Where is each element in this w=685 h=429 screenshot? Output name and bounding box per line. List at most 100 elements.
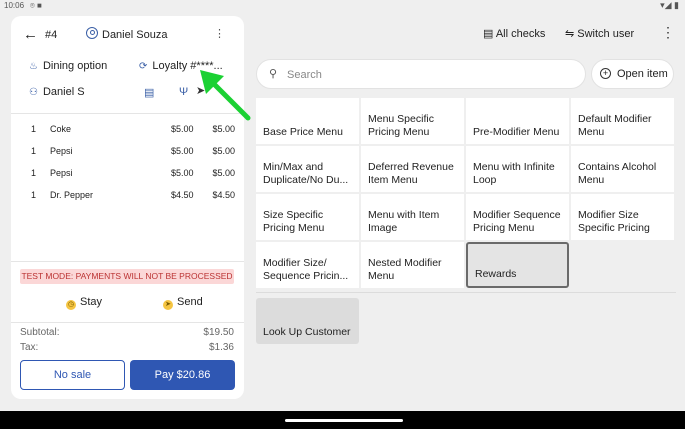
item-qty: 1 [31, 146, 37, 156]
dining-option-label: Dining option [42, 60, 108, 72]
tax-value: $1.36 [208, 342, 234, 353]
system-nav-bar [0, 411, 685, 429]
send-button[interactable]: ➤ Send [163, 296, 203, 316]
menu-tile-label: Contains Alcohol Menu [578, 161, 657, 186]
pay-button[interactable]: Pay $20.86 [130, 360, 235, 390]
receipt-icon[interactable]: ▤ [144, 86, 154, 99]
menu-tile-label: Modifier Size/ Sequence Pricin... [263, 257, 349, 282]
menu-tile-label: Base Price Menu [263, 125, 343, 138]
order-header: ← #4 Daniel Souza ⋮ [11, 16, 244, 56]
customer-icon [86, 27, 98, 39]
menu-tile[interactable]: Menu with Infinite Loop [466, 146, 569, 192]
item-price: $5.00 [171, 168, 194, 178]
search-bar[interactable]: ⚲ [256, 59, 586, 89]
split-icon[interactable]: Ψ [179, 86, 188, 98]
item-name: Dr. Pepper [50, 190, 94, 200]
open-item-label: Open item [617, 68, 668, 80]
order-item-row[interactable]: 1 Pepsi $5.00 $5.00 [11, 143, 244, 165]
item-total: $4.50 [212, 190, 235, 200]
menu-tile-rewards[interactable]: Rewards [466, 242, 569, 288]
order-item-row[interactable]: 1 Dr. Pepper $4.50 $4.50 [11, 187, 244, 209]
all-checks-button[interactable]: ▤ All checks [483, 27, 545, 40]
divider [256, 292, 676, 293]
more-options-icon[interactable]: ⋮ [661, 24, 675, 41]
divider [11, 261, 244, 262]
look-up-customer-button[interactable]: Look Up Customer [256, 298, 359, 344]
menu-tile[interactable]: Modifier Sequence Pricing Menu [466, 194, 569, 240]
menu-tile[interactable]: Menu Specific Pricing Menu [361, 98, 464, 144]
menu-tile-label: Menu with Infinite Loop [473, 161, 555, 186]
dining-option-button[interactable]: ♨ Dining option [29, 60, 107, 72]
menu-tile-label: Menu Specific Pricing Menu [368, 113, 434, 138]
menu-tile-label: Deferred Revenue Item Menu [368, 161, 454, 186]
no-sale-button[interactable]: No sale [20, 360, 125, 390]
send-icon: ➤ [163, 300, 173, 310]
guest-button[interactable]: ⚇ Daniel S [29, 86, 85, 98]
send-label: Send [177, 296, 203, 308]
menu-tile-label: Default Modifier Menu [578, 113, 652, 138]
switch-user-label: Switch user [577, 28, 635, 40]
item-total: $5.00 [212, 168, 235, 178]
subtotal-value: $19.50 [203, 327, 234, 338]
menu-tile[interactable]: Menu with Item Image [361, 194, 464, 240]
tax-row: Tax: $1.36 [20, 342, 234, 353]
menu-tile[interactable]: Min/Max and Duplicate/No Du... [256, 146, 359, 192]
all-checks-label: All checks [495, 28, 546, 40]
back-arrow-icon[interactable]: ← [23, 26, 38, 43]
item-price: $4.50 [171, 190, 194, 200]
order-item-row[interactable]: 1 Pepsi $5.00 $5.00 [11, 165, 244, 187]
menu-tile-label: Size Specific Pricing Menu [263, 209, 325, 234]
menu-tile[interactable]: Pre-Modifier Menu [466, 98, 569, 144]
home-gesture-handle[interactable] [285, 419, 403, 422]
menu-tile[interactable]: Modifier Size/ Sequence Pricin... [256, 242, 359, 288]
item-total: $5.00 [212, 146, 235, 156]
item-name: Coke [50, 124, 72, 134]
menu-tile-label: Pre-Modifier Menu [473, 125, 560, 138]
order-customer-name[interactable]: Daniel Souza [102, 29, 167, 41]
menu-tile-label: Min/Max and Duplicate/No Du... [263, 161, 349, 186]
order-more-icon[interactable]: ⋮ [214, 27, 225, 40]
menu-tile-label: Nested Modifier Menu [368, 257, 442, 282]
item-price: $5.00 [171, 146, 194, 156]
search-icon: ⚲ [269, 68, 278, 80]
tax-label: Tax: [20, 342, 39, 353]
guest-name: Daniel S [42, 86, 85, 98]
subtotal-label: Subtotal: [20, 327, 60, 338]
item-price: $5.00 [171, 124, 194, 134]
stay-label: Stay [80, 296, 103, 308]
order-items-list: 1 Coke $5.00 $5.00 1 Pepsi $5.00 $5.00 1… [11, 121, 244, 209]
all-checks-icon: ▤ [483, 28, 496, 40]
open-item-button[interactable]: + Open item [591, 59, 674, 89]
signal-battery-icons: ▾◢ ▮ [660, 0, 679, 10]
menu-tile-label: Rewards [475, 267, 517, 280]
menu-tile[interactable]: Size Specific Pricing Menu [256, 194, 359, 240]
switch-user-button[interactable]: ⇋ Switch user [565, 27, 634, 40]
dining-icon: ♨ [29, 61, 38, 72]
search-input[interactable] [287, 66, 567, 84]
item-qty: 1 [31, 168, 37, 178]
order-item-row[interactable]: 1 Coke $5.00 $5.00 [11, 121, 244, 143]
subtotal-row: Subtotal: $19.50 [20, 327, 234, 338]
stay-icon: ◷ [66, 300, 76, 310]
mouse-cursor-icon: ➤ [196, 85, 206, 97]
menu-tile[interactable]: Nested Modifier Menu [361, 242, 464, 288]
item-qty: 1 [31, 124, 37, 134]
menu-tile-label: Modifier Sequence Pricing Menu [473, 209, 561, 234]
switch-user-icon: ⇋ [565, 28, 578, 40]
menu-tile[interactable]: Deferred Revenue Item Menu [361, 146, 464, 192]
menu-tile[interactable]: Modifier Size Specific Pricing [571, 194, 674, 240]
status-bar: 10:06 ⌾ ■ ▾◢ ▮ [0, 0, 685, 12]
test-mode-banner: TEST MODE: PAYMENTS WILL NOT BE PROCESSE… [20, 269, 234, 284]
menu-tile[interactable]: Base Price Menu [256, 98, 359, 144]
menu-tile[interactable]: Contains Alcohol Menu [571, 146, 674, 192]
menu-tile[interactable]: Default Modifier Menu [571, 98, 674, 144]
order-number: #4 [45, 29, 58, 41]
stay-button[interactable]: ◷ Stay [66, 296, 102, 316]
divider [11, 322, 244, 323]
item-qty: 1 [31, 190, 37, 200]
guests-icon: ⚇ [29, 87, 38, 98]
item-name: Pepsi [50, 146, 73, 156]
menu-tile-label: Modifier Size Specific Pricing [578, 209, 650, 234]
annotation-arrow-icon [200, 70, 251, 121]
look-up-customer-label: Look Up Customer [263, 325, 351, 338]
